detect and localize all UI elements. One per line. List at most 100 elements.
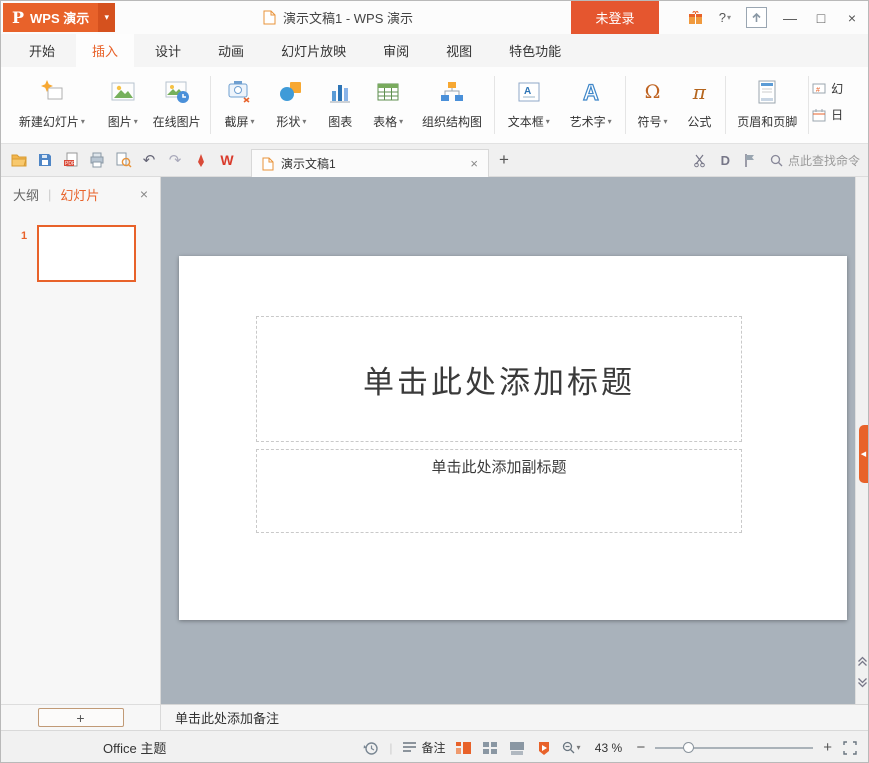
tab-insert[interactable]: 插入 [76, 34, 134, 67]
document-tab-title: 演示文稿1 [281, 155, 336, 172]
org-chart-button[interactable]: 组织结构图 [413, 67, 491, 143]
fit-to-window-icon[interactable] [842, 740, 858, 756]
title-placeholder[interactable]: 单击此处添加标题 [256, 316, 742, 442]
chevron-down-icon: ▾ [399, 117, 403, 126]
svg-text:A: A [583, 80, 599, 105]
tab-view[interactable]: 视图 [430, 34, 488, 67]
tab-outline[interactable]: 大纲 [13, 185, 39, 204]
zoom-out-button[interactable]: − [636, 740, 645, 755]
zoom-slider[interactable] [655, 741, 813, 755]
wps-presentation-window: P WPS 演示 ▾ 演示文稿1 - WPS 演示 未登录 ? ▾ [0, 0, 869, 763]
print-icon[interactable] [85, 148, 109, 173]
login-button[interactable]: 未登录 [571, 1, 659, 34]
theme-label[interactable]: Office 主题 [103, 731, 166, 763]
picture-button[interactable]: 图片▾ [99, 67, 147, 143]
textbox-button[interactable]: A 文本框▾ [498, 67, 560, 143]
document-icon [262, 157, 274, 171]
shapes-button[interactable]: 形状▾ [265, 67, 317, 143]
scissors-icon[interactable] [693, 153, 708, 168]
search-icon [770, 154, 783, 167]
new-slide-button[interactable]: 新建幻灯片▾ [5, 67, 99, 143]
zoom-percentage[interactable]: 43 % [590, 741, 626, 755]
tab-special-features[interactable]: 特色功能 [493, 34, 577, 67]
document-tab[interactable]: 演示文稿1 × [251, 149, 489, 177]
slide-thumbnail[interactable] [37, 225, 136, 282]
normal-view-button[interactable] [455, 740, 472, 756]
close-button[interactable]: × [844, 10, 860, 26]
play-slideshow-button[interactable] [536, 740, 552, 756]
date-time-button[interactable]: 日 [812, 106, 868, 123]
wps-writer-icon[interactable]: W [215, 148, 239, 173]
titlebar: P WPS 演示 ▾ 演示文稿1 - WPS 演示 未登录 ? ▾ [1, 1, 868, 34]
header-footer-icon [754, 76, 780, 108]
chevron-down-icon: ▾ [250, 117, 254, 126]
previous-slide-icon[interactable] [857, 656, 868, 667]
chevron-down-icon: ▾ [546, 117, 550, 126]
picture-icon [110, 76, 136, 108]
slide-canvas[interactable]: 单击此处添加标题 单击此处添加副标题 [179, 256, 847, 620]
tab-home[interactable]: 开始 [13, 34, 71, 67]
reading-view-button[interactable] [509, 740, 526, 756]
print-preview-icon[interactable] [111, 148, 135, 173]
save-icon[interactable] [33, 148, 57, 173]
symbol-button[interactable]: Ω 符号▾ [629, 67, 677, 143]
notes-lines-icon [402, 741, 417, 754]
flag-icon[interactable] [743, 153, 757, 168]
docer-icon[interactable]: D [721, 153, 730, 168]
app-name: WPS 演示 [30, 8, 89, 27]
next-slide-icon[interactable] [857, 677, 868, 688]
export-pdf-icon[interactable]: PDF [59, 148, 83, 173]
zoom-slider-knob[interactable] [683, 742, 694, 753]
slides-panel: 大纲 | 幻灯片 × 1 + [1, 177, 161, 730]
new-tab-button[interactable]: + [499, 150, 509, 170]
pen-icon[interactable] [189, 148, 213, 173]
tab-review[interactable]: 审阅 [367, 34, 425, 67]
table-button[interactable]: 表格▾ [363, 67, 413, 143]
zoom-preset-dropdown[interactable]: ▾ [562, 741, 580, 755]
minimize-button[interactable]: — [782, 10, 798, 26]
undo-icon[interactable]: ↶ [137, 148, 161, 173]
zoom-in-button[interactable]: + [823, 740, 832, 755]
history-icon[interactable] [363, 740, 379, 756]
slide-thumbnail-number: 1 [21, 230, 27, 242]
gift-icon[interactable] [687, 9, 704, 26]
chevron-left-icon: ◀ [861, 450, 866, 458]
document-icon [263, 10, 276, 25]
online-picture-icon [164, 76, 190, 108]
notes-area[interactable]: 单击此处添加备注 [161, 704, 869, 730]
screenshot-button[interactable]: 截屏▾ [214, 67, 266, 143]
up-arrow-box-icon[interactable] [746, 7, 767, 28]
app-logo-menu[interactable]: P WPS 演示 ▾ [3, 3, 115, 32]
add-slide-button[interactable]: + [38, 708, 124, 727]
chevron-down-icon: ▾ [608, 117, 612, 126]
ribbon-separator [210, 76, 211, 134]
chevron-down-icon: ▾ [81, 117, 85, 126]
tab-close-icon[interactable]: × [470, 156, 478, 171]
formula-button[interactable]: π 公式 [676, 67, 722, 143]
slide-number-button[interactable]: # 幻 [812, 80, 868, 97]
tab-slides[interactable]: 幻灯片 [60, 185, 99, 204]
svg-text:PDF: PDF [65, 161, 75, 167]
notes-toggle[interactable]: 备注 [402, 739, 445, 756]
tab-animation[interactable]: 动画 [202, 34, 260, 67]
maximize-button[interactable]: □ [813, 10, 829, 26]
panel-close-icon[interactable]: × [140, 186, 148, 202]
new-slide-icon [39, 76, 65, 108]
header-footer-button[interactable]: 页眉和页脚 [729, 67, 805, 143]
wordart-button[interactable]: A 艺术字▾ [560, 67, 622, 143]
subtitle-placeholder[interactable]: 单击此处添加副标题 [256, 449, 742, 533]
chart-button[interactable]: 图表 [317, 67, 363, 143]
command-search[interactable]: 点此查找命令 [770, 152, 860, 169]
chevron-down-icon: ▾ [302, 117, 306, 126]
tab-slideshow[interactable]: 幻灯片放映 [265, 34, 362, 67]
shapes-icon [278, 76, 304, 108]
app-menu-dropdown[interactable]: ▾ [98, 3, 115, 32]
task-pane-toggle[interactable]: ◀ [859, 425, 868, 483]
tab-design[interactable]: 设计 [139, 34, 197, 67]
help-button[interactable]: ? ▾ [719, 10, 731, 25]
open-folder-icon[interactable] [7, 148, 31, 173]
online-picture-button[interactable]: 在线图片 [147, 67, 207, 143]
textbox-icon: A [516, 76, 542, 108]
slide-sorter-view-button[interactable] [482, 740, 499, 756]
redo-icon[interactable]: ↷ [163, 148, 187, 173]
